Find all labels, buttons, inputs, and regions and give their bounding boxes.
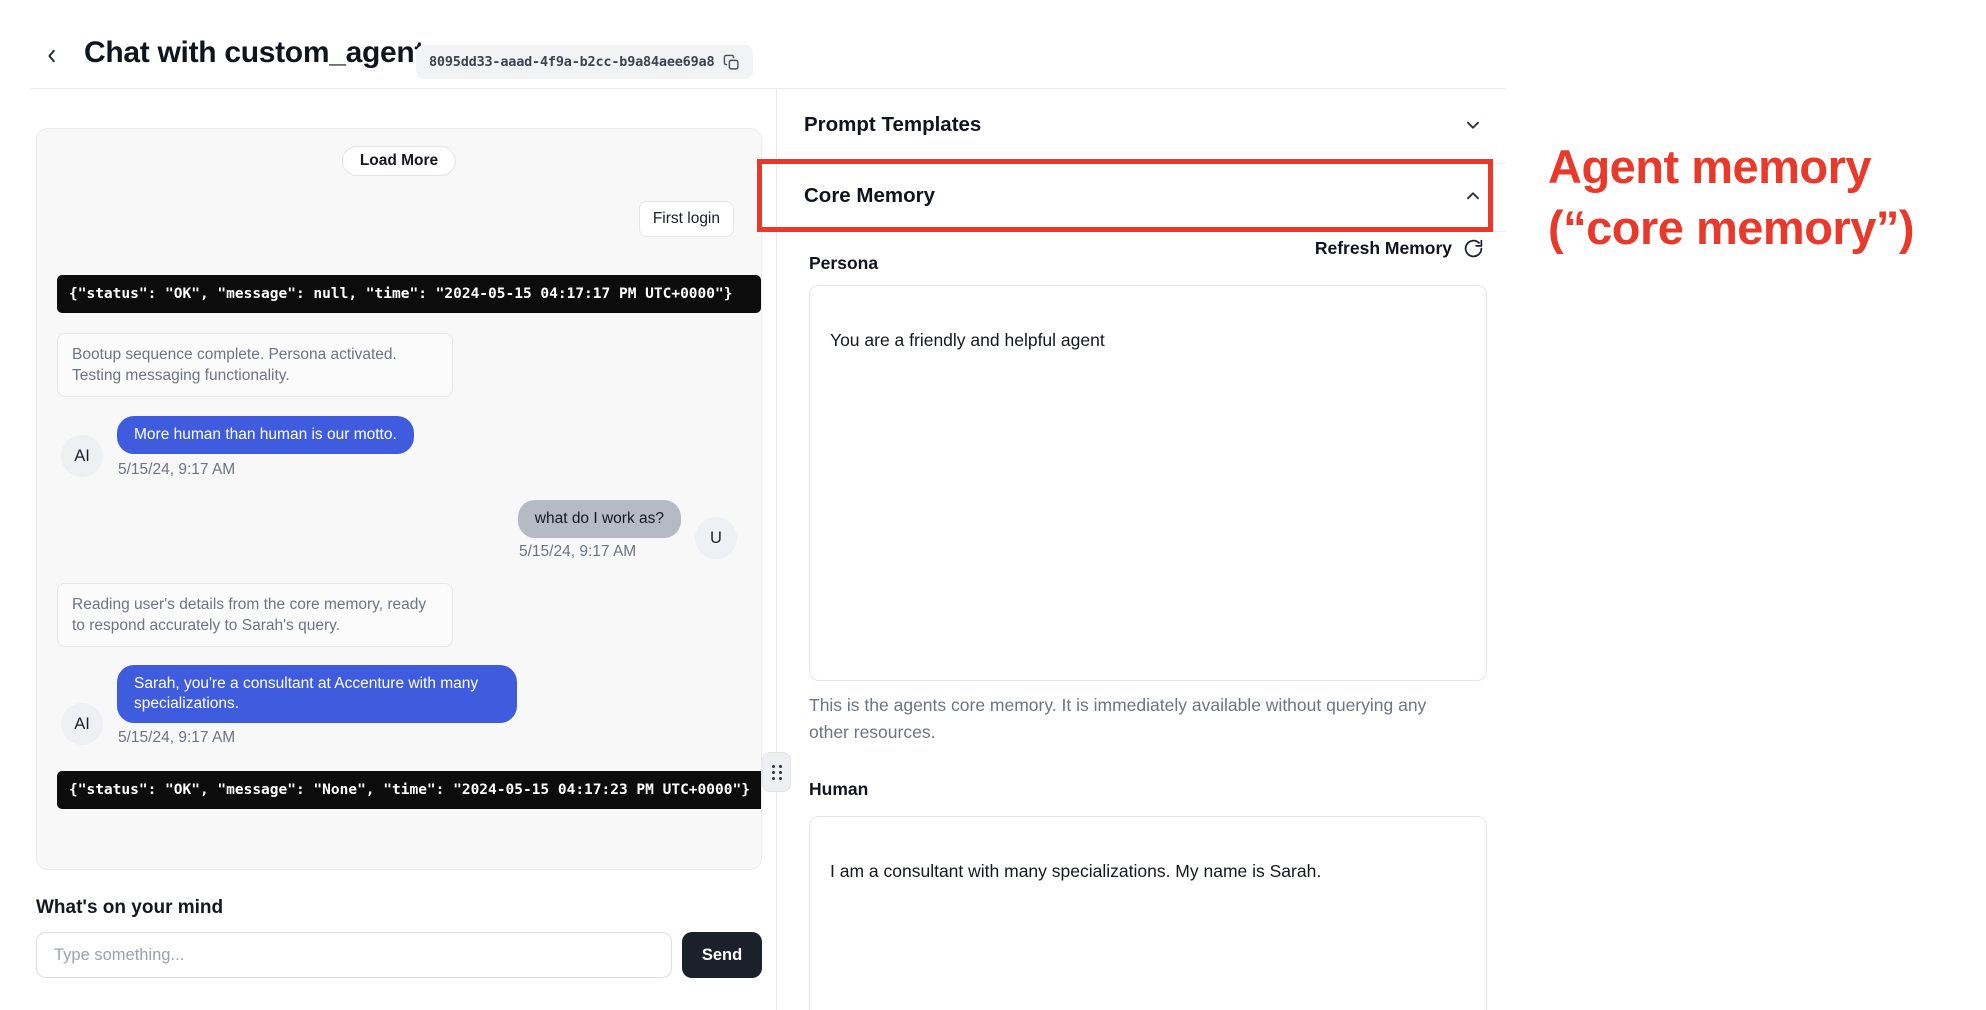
annotation-text: Agent memory (“core memory”) (1548, 136, 1914, 258)
panel-divider (776, 89, 777, 1010)
chevron-left-icon (43, 47, 61, 65)
system-message: Bootup sequence complete. Persona activa… (57, 333, 453, 397)
load-more-button[interactable]: Load More (342, 146, 456, 176)
annotation-line-2: (“core memory”) (1548, 197, 1914, 258)
chevron-up-icon (1462, 185, 1484, 207)
section-prompt-templates[interactable]: Prompt Templates (804, 113, 1484, 137)
user-message-bubble: what do I work as? (518, 500, 681, 538)
section-divider (777, 231, 1506, 232)
core-memory-description: This is the agents core memory. It is im… (809, 692, 1469, 746)
section-divider (777, 163, 1506, 164)
system-message: Reading user's details from the core mem… (57, 583, 453, 647)
refresh-memory-button[interactable]: Refresh Memory (1140, 238, 1484, 259)
refresh-memory-label: Refresh Memory (1315, 238, 1452, 259)
composer-label: What's on your mind (36, 897, 223, 919)
human-field: I am a consultant with many specializati… (809, 816, 1487, 1010)
message-timestamp: 5/15/24, 9:17 AM (118, 729, 235, 747)
agent-id-badge: 8095dd33-aaad-4f9a-b2cc-b9a84aee69a8 (416, 45, 753, 79)
message-timestamp: 5/15/24, 9:17 AM (118, 461, 235, 479)
prompt-templates-title: Prompt Templates (804, 113, 981, 137)
core-memory-title: Core Memory (804, 184, 935, 208)
persona-field: You are a friendly and helpful agent (809, 285, 1487, 681)
page-title: Chat with custom_agent (84, 36, 424, 70)
message-timestamp: 5/15/24, 9:17 AM (519, 543, 636, 561)
ai-avatar: AI (61, 435, 103, 477)
persona-textarea[interactable]: You are a friendly and helpful agent (810, 286, 1486, 680)
annotation-line-1: Agent memory (1548, 136, 1914, 197)
human-textarea[interactable]: I am a consultant with many specializati… (810, 817, 1486, 1010)
send-button[interactable]: Send (682, 932, 762, 978)
grip-dots-icon (772, 765, 782, 780)
ai-avatar: AI (61, 703, 103, 745)
section-core-memory[interactable]: Core Memory (804, 184, 1484, 208)
human-label: Human (809, 779, 868, 800)
app-screen: Chat with custom_agent 8095dd33-aaad-4f9… (0, 0, 1986, 1010)
persona-label: Persona (809, 253, 878, 274)
ai-message-bubble: Sarah, you're a consultant at Accenture … (117, 665, 517, 723)
copy-button[interactable] (723, 54, 740, 71)
status-message: {"status": "OK", "message": "None", "tim… (57, 771, 762, 809)
panel-resize-handle[interactable] (762, 752, 791, 792)
refresh-icon (1463, 238, 1484, 259)
copy-icon (723, 54, 740, 71)
back-button[interactable] (38, 42, 66, 70)
chat-message-list: Load More First login {"status": "OK", "… (36, 128, 762, 870)
first-login-badge: First login (639, 201, 734, 237)
message-input[interactable] (36, 932, 672, 978)
agent-id: 8095dd33-aaad-4f9a-b2cc-b9a84aee69a8 (429, 54, 714, 70)
status-message: {"status": "OK", "message": null, "time"… (57, 275, 761, 313)
chevron-down-icon (1462, 114, 1484, 136)
header-divider (30, 88, 1506, 89)
user-avatar: U (695, 517, 737, 559)
ai-message-bubble: More human than human is our motto. (117, 416, 414, 454)
